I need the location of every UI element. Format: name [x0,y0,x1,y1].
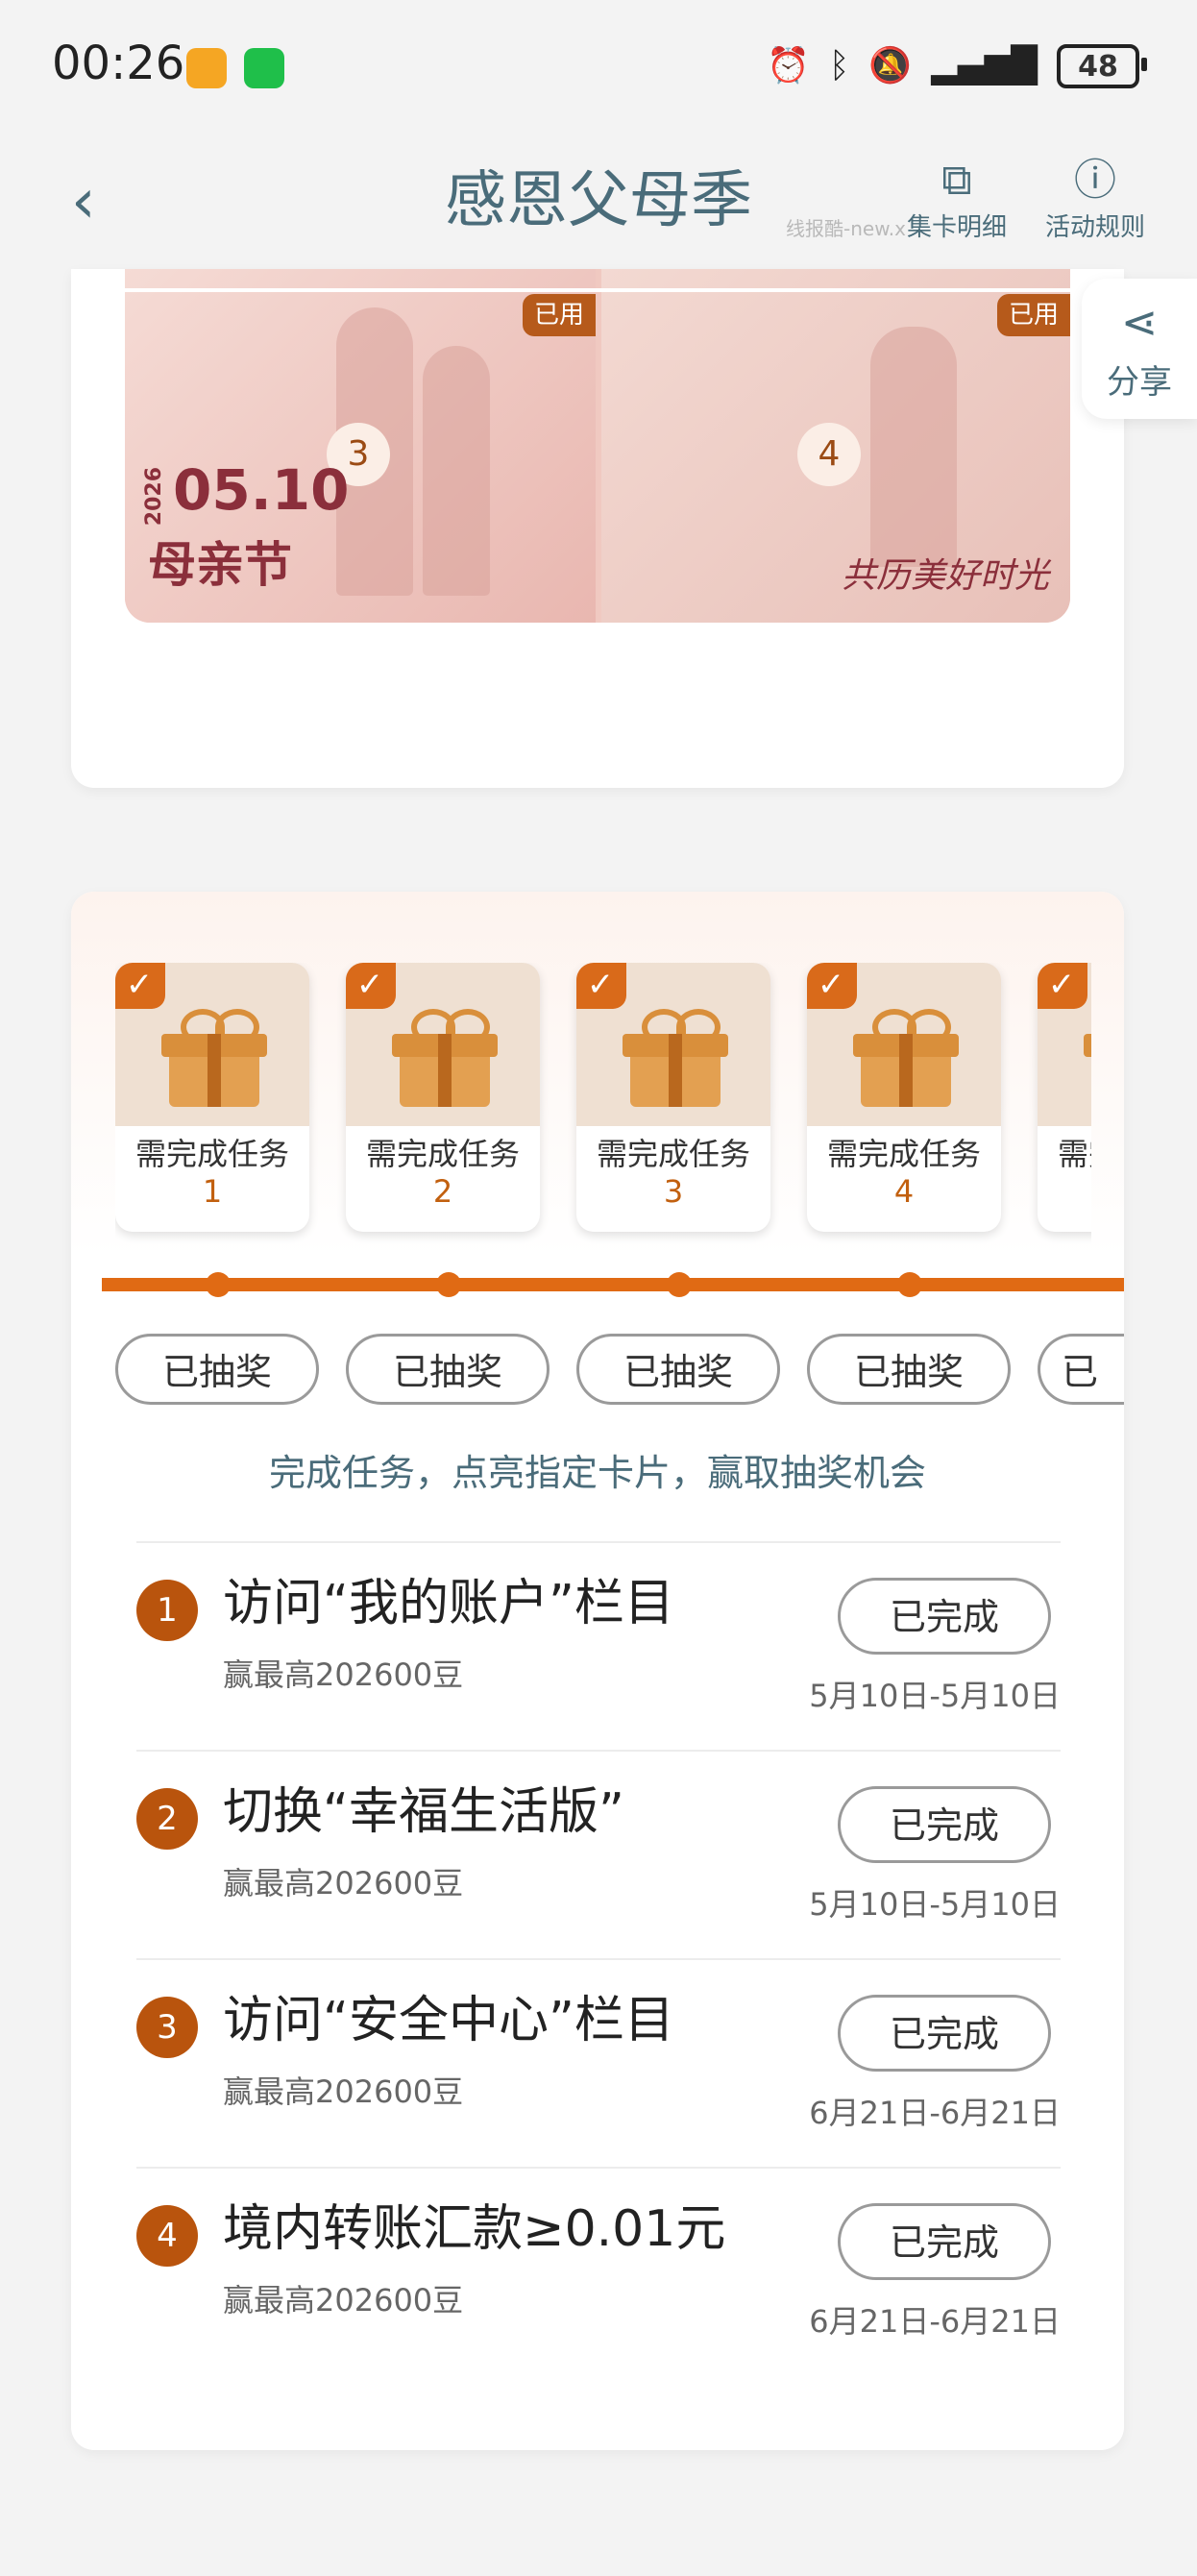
signal-icon: ▂▄▆█ [931,46,1038,86]
progress-dot [667,1272,692,1297]
divider [125,288,1070,292]
silhouette-figure [870,327,957,567]
info-icon: ⓘ [1074,156,1116,205]
holiday-text: 母亲节 [148,537,292,593]
card-collection-panel: 已用 3 2026 05.10 母亲节 已用 4 共历美好时光 [71,269,1124,788]
gift-icon [1084,1001,1091,1097]
task-item: 3 访问“安全中心”栏目 赢最高202600豆 已完成 6月21日-6月21日 [136,1958,1061,2167]
hint-text: 完成任务，点亮指定卡片，赢取抽奖机会 [268,1452,926,1494]
gift-icon [161,1001,267,1107]
task-status-button[interactable]: 已完成 [838,1786,1051,1863]
reward-label: 需完成任务 [596,1136,750,1172]
gift-icon [623,1001,728,1107]
check-icon: ✓ [1038,963,1087,1009]
used-tag: 已用 [997,294,1070,336]
check-icon: ✓ [115,963,165,1009]
used-tag: 已用 [523,294,596,336]
progress-dot [436,1272,461,1297]
photo-card-strip: 已用 3 2026 05.10 母亲节 已用 4 共历美好时光 [125,269,1070,623]
task-date: 6月21日-6月21日 [809,2095,1061,2131]
reward-card[interactable]: ✓ 需完成任务 [1038,963,1091,1232]
share-icon: ⋖ [1120,296,1159,348]
drawn-button[interactable]: 已抽奖 [346,1334,550,1405]
reward-card[interactable]: ✓ 需完成任务 1 [115,963,309,1232]
reward-number: 1 [202,1173,223,1210]
watermark-text: 线报酷-new.x [786,217,906,240]
reward-card[interactable]: ✓ 需完成任务 4 [807,963,1001,1232]
gift-icon [853,1001,959,1107]
gift-icon [392,1001,498,1107]
task-title: 境内转账汇款≥0.01元 [223,2200,726,2258]
slogan-text: 共历美好时光 [841,556,1049,596]
battery-indicator: 48 [1057,44,1147,88]
activity-rules-label: 活动规则 [1044,213,1145,242]
status-time: 00:26 [52,37,185,90]
activity-rules-button[interactable]: ⓘ 活动规则 [1038,154,1153,243]
task-date: 5月10日-5月10日 [809,1678,1061,1714]
date-year: 2026 [142,467,166,527]
puzzle-icon: ⧉ [941,156,972,205]
notification-app-icon [186,48,227,88]
task-number-badge: 2 [136,1788,198,1850]
task-status-button[interactable]: 已完成 [838,1578,1051,1655]
reward-number: 3 [663,1173,684,1210]
task-title: 访问“我的账户”栏目 [223,1575,674,1632]
reward-card[interactable]: ✓ 需完成任务 2 [346,963,540,1232]
task-status-button[interactable]: 已完成 [838,2203,1051,2280]
task-number-badge: 1 [136,1580,198,1641]
task-status-button[interactable]: 已完成 [838,1995,1051,2072]
reward-label: 需完成任务 [134,1136,289,1172]
task-number-badge: 4 [136,2205,198,2267]
task-number-badge: 3 [136,1997,198,2058]
status-icons: ⏰ ᛒ 🔕 ▂▄▆█ 48 [766,42,1147,90]
share-label: 分享 [1107,363,1172,402]
check-icon: ✓ [576,963,626,1009]
mute-icon: 🔕 [868,46,913,86]
check-icon: ✓ [807,963,857,1009]
bluetooth-icon: ᛒ [828,46,850,86]
wechat-icon [244,48,284,88]
drawn-button[interactable]: 已抽奖 [115,1334,319,1405]
task-date: 6月21日-6月21日 [809,2303,1061,2340]
drawn-button[interactable]: 已抽奖 [807,1334,1011,1405]
task-title: 切换“幸福生活版” [223,1783,624,1841]
card-details-label: 集卡明细 [906,213,1007,242]
task-reward: 赢最高202600豆 [223,1865,464,1901]
reward-label: 需完成任务 [1057,1136,1091,1172]
task-panel: ✓ 需完成任务 1 ✓ 需完成任务 2 ✓ 需完成任务 3 ✓ 需完成任务 4 … [71,892,1124,2450]
reward-label: 需完成任务 [826,1136,981,1172]
check-icon: ✓ [346,963,396,1009]
task-list: 1 访问“我的账户”栏目 赢最高202600豆 已完成 5月10日-5月10日 … [136,1541,1061,2375]
drawn-button[interactable]: 已抽奖 [576,1334,780,1405]
task-reward: 赢最高202600豆 [223,2282,464,2318]
share-button[interactable]: ⋖ 分享 [1082,279,1197,419]
task-reward: 赢最高202600豆 [223,2073,464,2110]
card-number-badge: 4 [797,423,861,486]
task-reward: 赢最高202600豆 [223,1656,464,1693]
reward-number: 2 [432,1173,453,1210]
alarm-icon: ⏰ [766,46,810,86]
task-date: 5月10日-5月10日 [809,1886,1061,1923]
drawn-button-partial[interactable]: 已 [1038,1334,1124,1405]
task-item: 1 访问“我的账户”栏目 赢最高202600豆 已完成 5月10日-5月10日 [136,1541,1061,1750]
date-text: 05.10 [173,457,350,523]
task-item: 4 境内转账汇款≥0.01元 赢最高202600豆 已完成 6月21日-6月21… [136,2167,1061,2375]
page-title: 感恩父母季 [445,165,752,236]
silhouette-figure [423,346,490,596]
card-details-button[interactable]: ⧉ 集卡明细 [899,154,1014,243]
top-navbar: ‹ 感恩父母季 线报酷-new.x ⧉ 集卡明细 ⓘ 活动规则 [0,144,1197,269]
reward-label: 需完成任务 [365,1136,520,1172]
task-item: 2 切换“幸福生活版” 赢最高202600豆 已完成 5月10日-5月10日 [136,1750,1061,1958]
photo-card-3[interactable]: 已用 3 2026 05.10 母亲节 [125,269,596,623]
task-title: 访问“安全中心”栏目 [223,1992,674,2049]
progress-dot [206,1272,231,1297]
progress-dot [897,1272,922,1297]
reward-number: 4 [893,1173,915,1210]
photo-card-4[interactable]: 已用 4 共历美好时光 [601,269,1070,623]
status-bar: 00:26 ⏰ ᛒ 🔕 ▂▄▆█ 48 [0,0,1197,144]
reward-card[interactable]: ✓ 需完成任务 3 [576,963,770,1232]
progress-track [102,1278,1124,1291]
